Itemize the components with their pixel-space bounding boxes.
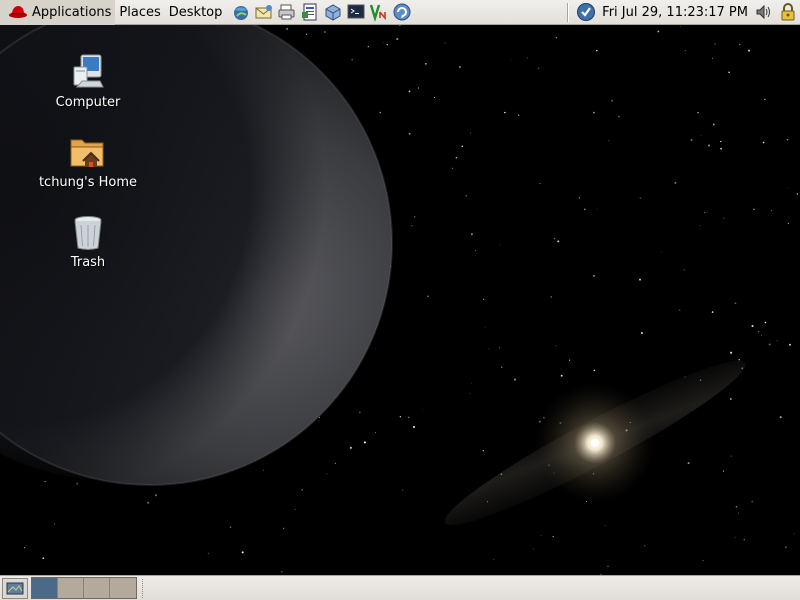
panel-clock[interactable]: Fri Jul 29, 11:23:17 PM (598, 5, 752, 20)
terminal-icon[interactable] (345, 2, 366, 23)
desktop-icon-label: tchung's Home (38, 175, 138, 190)
redhat-icon (9, 6, 27, 18)
workspace-3[interactable] (84, 578, 110, 598)
applications-menu-label: Applications (32, 4, 112, 20)
desktop-menu[interactable]: Desktop (165, 0, 227, 25)
volume-icon[interactable] (754, 2, 774, 22)
trash-icon (74, 216, 102, 250)
workspace-2[interactable] (58, 578, 84, 598)
applications-menu[interactable]: Applications (0, 0, 116, 25)
trash-desktop-icon[interactable]: Trash (38, 213, 138, 270)
home-folder-icon (70, 139, 104, 167)
places-menu[interactable]: Places (115, 0, 164, 25)
places-menu-label: Places (119, 4, 161, 20)
show-desktop-button[interactable] (2, 577, 28, 599)
launcher-bar (230, 2, 414, 23)
printer-icon[interactable] (276, 2, 297, 23)
top-panel: Applications Places Desktop Fri Jul 29, … (0, 0, 800, 25)
web-browser-icon[interactable] (230, 2, 251, 23)
workspace-1[interactable] (32, 578, 58, 598)
show-desktop-icon (6, 582, 24, 595)
home-desktop-icon[interactable]: tchung's Home (38, 133, 138, 190)
workspace-switcher (31, 577, 137, 599)
lock-icon[interactable] (778, 2, 798, 22)
email-client-icon[interactable] (253, 2, 274, 23)
desktop-icon-label: Trash (70, 255, 106, 270)
package-icon[interactable] (322, 2, 343, 23)
update-notifier-icon[interactable] (576, 2, 596, 22)
computer-icon (73, 54, 104, 88)
taskbar-handle[interactable] (142, 578, 147, 598)
office-writer-icon[interactable] (299, 2, 320, 23)
desktop-icon-label: Computer (55, 95, 121, 110)
bottom-panel (0, 575, 800, 600)
vnc-viewer-icon[interactable] (368, 2, 389, 23)
workspace-4[interactable] (110, 578, 136, 598)
update-icon[interactable] (391, 2, 412, 23)
desktop-menu-label: Desktop (168, 4, 223, 20)
desktop-screen: Applications Places Desktop Fri Jul 29, … (0, 0, 800, 600)
panel-separator (567, 2, 570, 22)
computer-desktop-icon[interactable]: Computer (38, 53, 138, 110)
